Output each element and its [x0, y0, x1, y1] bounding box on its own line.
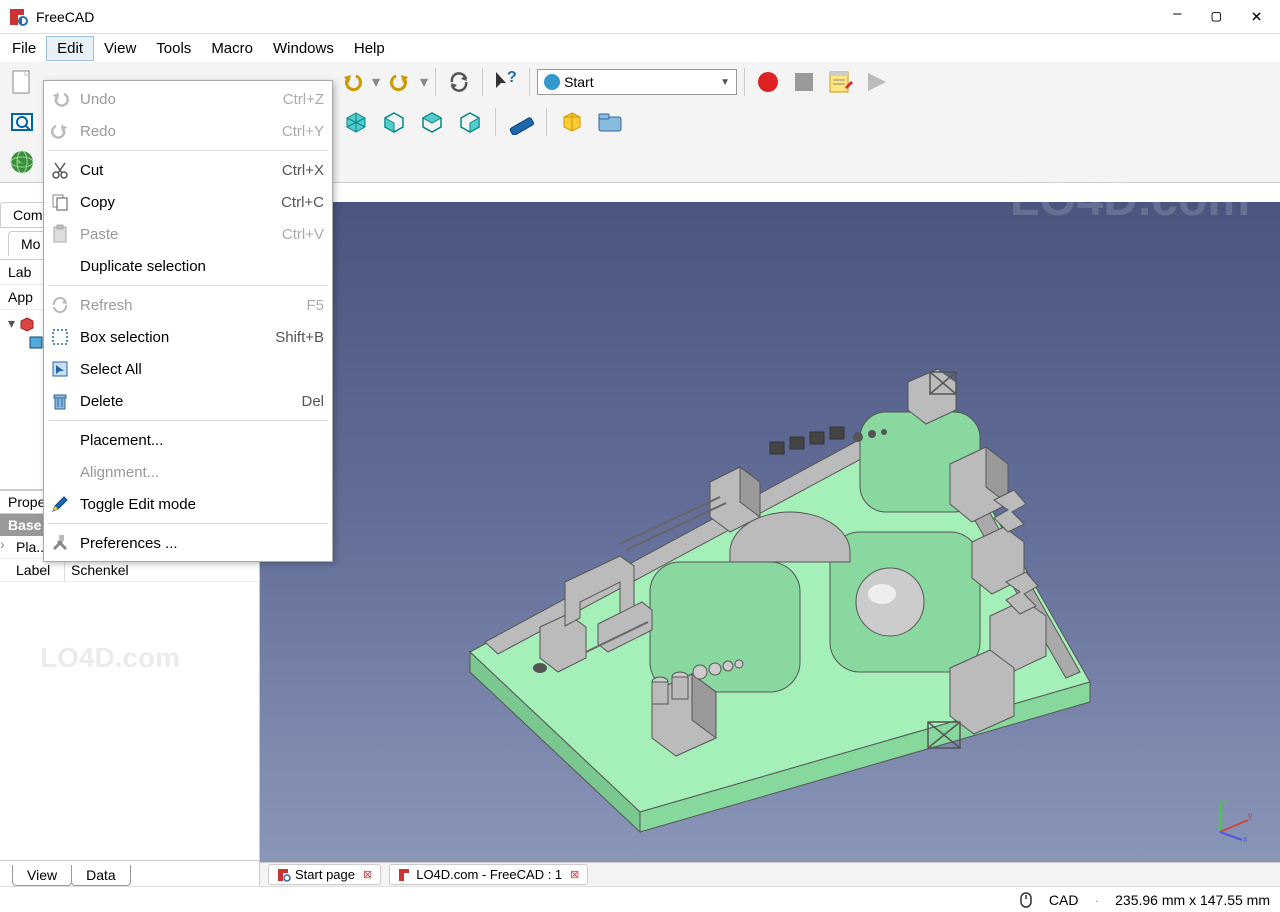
menu-windows[interactable]: Windows	[263, 37, 344, 60]
redo-icon	[48, 119, 72, 143]
copy-icon	[48, 190, 72, 214]
minimize-button[interactable]: —	[1173, 6, 1181, 27]
menu-file[interactable]: File	[2, 37, 46, 60]
prop-tab-view[interactable]: View	[12, 865, 72, 886]
menu-delete[interactable]: DeleteDel	[44, 385, 332, 417]
document-tabs: Start page ⊠ LO4D.com - FreeCAD : 1 ⊠	[260, 862, 1280, 886]
menu-preferences[interactable]: Preferences ...	[44, 527, 332, 559]
menu-select-all[interactable]: Select All	[44, 353, 332, 385]
undo-icon	[48, 87, 72, 111]
maximize-button[interactable]: ▢	[1212, 6, 1222, 27]
iso-view-button[interactable]	[340, 106, 372, 138]
close-icon[interactable]: ⊠	[363, 868, 372, 881]
svg-text:z: z	[1223, 796, 1228, 806]
undo-button[interactable]	[336, 66, 368, 98]
web-button[interactable]	[6, 146, 38, 178]
menu-undo[interactable]: UndoCtrl+Z	[44, 83, 332, 115]
prefs-icon	[48, 531, 72, 555]
box-select-icon	[48, 325, 72, 349]
top-view-button[interactable]	[416, 106, 448, 138]
menu-alignment[interactable]: Alignment...	[44, 456, 332, 488]
whatsthis-button[interactable]: ?	[490, 66, 522, 98]
menu-redo[interactable]: RedoCtrl+Y	[44, 115, 332, 147]
macro-stop-button[interactable]	[788, 66, 820, 98]
refresh-button[interactable]	[443, 66, 475, 98]
status-bar: CAD · 235.96 mm x 147.55 mm	[0, 886, 1280, 912]
window-title: FreeCAD	[36, 9, 1173, 25]
menu-tools[interactable]: Tools	[146, 37, 201, 60]
doc-tab-model[interactable]: LO4D.com - FreeCAD : 1 ⊠	[389, 864, 588, 885]
paste-icon	[48, 222, 72, 246]
folder-button[interactable]	[594, 106, 626, 138]
menu-duplicate[interactable]: Duplicate selection	[44, 250, 332, 282]
svg-text:y: y	[1248, 810, 1253, 820]
macro-edit-button[interactable]	[824, 66, 856, 98]
menu-paste[interactable]: PasteCtrl+V	[44, 218, 332, 250]
axis-indicator: z y x	[1210, 792, 1260, 842]
close-icon[interactable]: ⊠	[570, 868, 579, 881]
part-button[interactable]	[556, 106, 588, 138]
menu-box-selection[interactable]: Box selectionShift+B	[44, 321, 332, 353]
app-icon	[8, 7, 28, 27]
nav-mode-icon	[1019, 891, 1033, 909]
menu-help[interactable]: Help	[344, 37, 395, 60]
close-button[interactable]: ×	[1251, 6, 1262, 27]
pencil-icon	[48, 492, 72, 516]
3d-viewport[interactable]: LO4D.com z y x	[260, 202, 1280, 862]
refresh-icon	[48, 293, 72, 317]
svg-text:x: x	[1243, 834, 1248, 842]
prop-row-label[interactable]: Label Schenkel	[0, 559, 259, 582]
macro-record-button[interactable]	[752, 66, 784, 98]
title-bar: FreeCAD — ▢ ×	[0, 0, 1280, 34]
new-button[interactable]	[6, 66, 38, 98]
menu-placement[interactable]: Placement...	[44, 424, 332, 456]
cut-icon	[48, 158, 72, 182]
menu-macro[interactable]: Macro	[201, 37, 263, 60]
edit-menu-dropdown: UndoCtrl+Z RedoCtrl+Y CutCtrl+X CopyCtrl…	[43, 80, 333, 562]
menu-edit[interactable]: Edit	[46, 36, 94, 61]
menu-cut[interactable]: CutCtrl+X	[44, 154, 332, 186]
prop-tab-data[interactable]: Data	[71, 865, 131, 886]
delete-icon	[48, 389, 72, 413]
fit-all-button[interactable]	[6, 106, 38, 138]
right-view-button[interactable]	[454, 106, 486, 138]
main-view: LO4D.com z y x	[260, 202, 1280, 862]
start-workbench-icon	[544, 74, 560, 90]
redo-button[interactable]	[384, 66, 416, 98]
svg-text:?: ?	[507, 69, 517, 86]
doc-tab-start[interactable]: Start page ⊠	[268, 864, 381, 885]
nav-mode[interactable]: CAD	[1049, 892, 1079, 908]
3d-model	[390, 222, 1150, 842]
front-view-button[interactable]	[378, 106, 410, 138]
menu-refresh[interactable]: RefreshF5	[44, 289, 332, 321]
menu-bar: File Edit View Tools Macro Windows Help	[0, 34, 1280, 62]
dimensions-readout: 235.96 mm x 147.55 mm	[1115, 892, 1270, 908]
macro-play-button[interactable]	[860, 66, 892, 98]
menu-copy[interactable]: CopyCtrl+C	[44, 186, 332, 218]
select-all-icon	[48, 357, 72, 381]
menu-view[interactable]: View	[94, 37, 146, 60]
measure-button[interactable]	[505, 106, 537, 138]
workbench-selected-label: Start	[564, 74, 594, 90]
workbench-selector[interactable]: Start ▼	[537, 69, 737, 95]
menu-toggle-edit[interactable]: Toggle Edit mode	[44, 488, 332, 520]
